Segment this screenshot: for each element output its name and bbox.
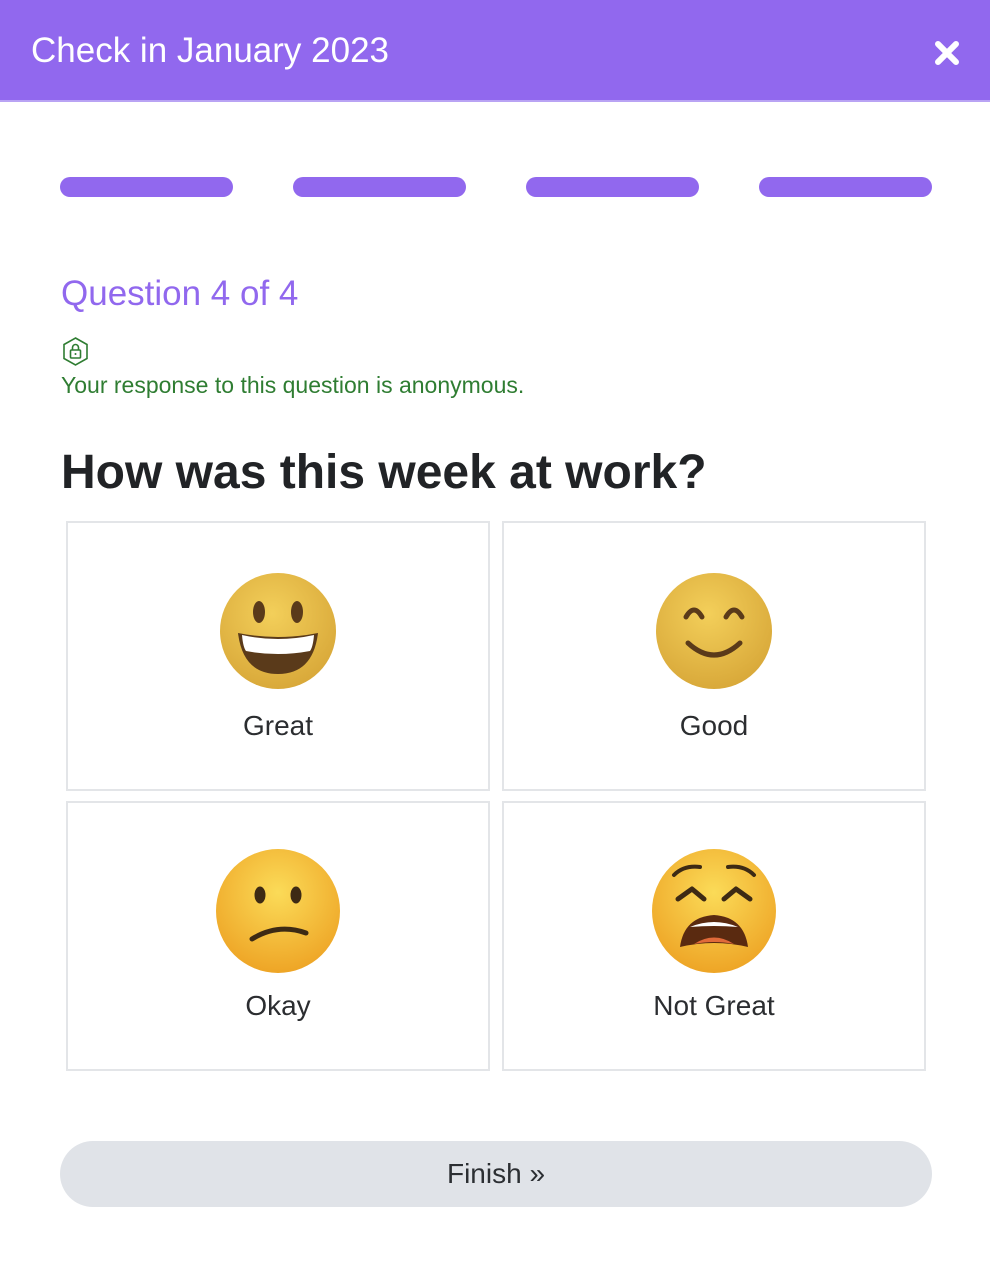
question-number: Question 4 of 4 — [61, 274, 299, 313]
option-great[interactable]: Great — [66, 521, 490, 791]
option-label: Good — [679, 710, 749, 741]
smiling-face-icon — [656, 573, 772, 689]
progress-step-3 — [526, 177, 699, 197]
option-label: Great — [242, 710, 314, 741]
anonymous-notice: Your response to this question is anonym… — [61, 372, 525, 398]
progress-step-2 — [293, 177, 466, 197]
modal-header: Check in January 2023 — [0, 0, 990, 102]
finish-button[interactable]: Finish » — [60, 1141, 932, 1207]
option-good[interactable]: Good — [502, 521, 926, 791]
grinning-face-icon — [220, 573, 336, 689]
lock-icon — [63, 337, 88, 366]
modal-title: Check in January 2023 — [31, 31, 389, 70]
progress-step-4 — [759, 177, 932, 197]
option-label: Not Great — [653, 990, 775, 1021]
close-button[interactable] — [930, 36, 964, 70]
weary-face-icon — [652, 849, 776, 973]
confused-face-icon — [216, 849, 340, 973]
question-title: How was this week at work? — [61, 446, 707, 499]
option-not-great[interactable]: Not Great — [502, 801, 926, 1071]
close-icon — [935, 41, 959, 65]
option-okay[interactable]: Okay — [66, 801, 490, 1071]
option-label: Okay — [245, 990, 311, 1021]
progress-step-1 — [60, 177, 233, 197]
